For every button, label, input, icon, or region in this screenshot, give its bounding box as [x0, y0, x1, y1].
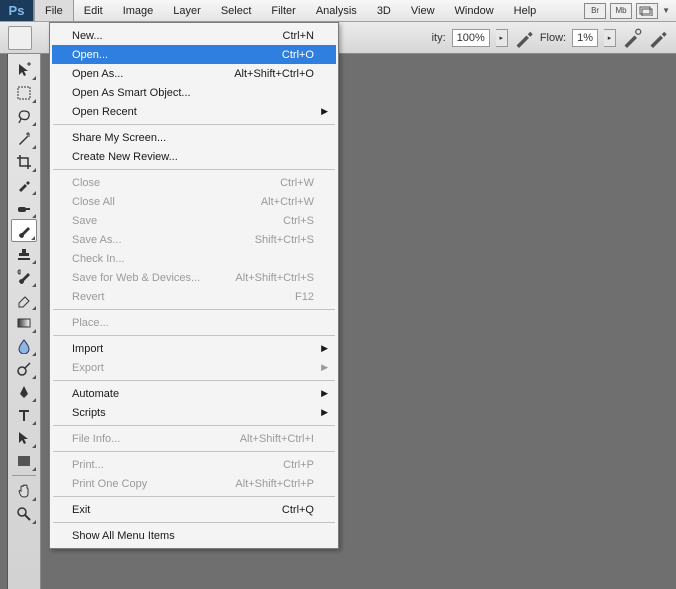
- menu-edit[interactable]: Edit: [74, 0, 113, 21]
- menu-filter[interactable]: Filter: [261, 0, 305, 21]
- tool-dodge[interactable]: [11, 357, 37, 380]
- tool-crop[interactable]: [11, 150, 37, 173]
- file-menu-close-all: Close AllAlt+Ctrl+W: [52, 192, 336, 211]
- tool-eraser[interactable]: [11, 288, 37, 311]
- menu-layer[interactable]: Layer: [163, 0, 211, 21]
- flow-input[interactable]: 1%: [572, 29, 598, 47]
- menu-analysis[interactable]: Analysis: [306, 0, 367, 21]
- menu-image[interactable]: Image: [113, 0, 164, 21]
- file-menu-scripts[interactable]: Scripts▶: [52, 403, 336, 422]
- tool-pen[interactable]: [11, 380, 37, 403]
- submenu-arrow-icon: ▶: [321, 362, 328, 373]
- mini-bridge-button[interactable]: Mb: [610, 3, 632, 19]
- file-menu-dropdown: New...Ctrl+NOpen...Ctrl+OOpen As...Alt+S…: [49, 22, 339, 549]
- file-menu-save-as: Save As...Shift+Ctrl+S: [52, 230, 336, 249]
- tool-panel-tab[interactable]: [0, 54, 8, 589]
- dropdown-arrow-icon[interactable]: ▼: [662, 6, 670, 15]
- file-menu-revert: RevertF12: [52, 287, 336, 306]
- menu-window[interactable]: Window: [445, 0, 504, 21]
- file-menu-open-recent[interactable]: Open Recent▶: [52, 102, 336, 121]
- tool-zoom[interactable]: [11, 502, 37, 525]
- tool-hand[interactable]: [11, 479, 37, 502]
- pressure-opacity-icon[interactable]: [514, 28, 534, 48]
- tool-marquee[interactable]: [11, 81, 37, 104]
- file-menu-automate[interactable]: Automate▶: [52, 384, 336, 403]
- file-menu-save: SaveCtrl+S: [52, 211, 336, 230]
- file-menu-place: Place...: [52, 313, 336, 332]
- tool-history-brush[interactable]: [11, 265, 37, 288]
- tool-stamp[interactable]: [11, 242, 37, 265]
- file-menu-file-info: File Info...Alt+Shift+Ctrl+I: [52, 429, 336, 448]
- menu-select[interactable]: Select: [211, 0, 262, 21]
- submenu-arrow-icon: ▶: [321, 106, 328, 117]
- current-tool-icon[interactable]: [8, 26, 32, 50]
- airbrush-icon[interactable]: [622, 28, 642, 48]
- file-menu-print-one-copy: Print One CopyAlt+Shift+Ctrl+P: [52, 474, 336, 493]
- tool-type[interactable]: [11, 403, 37, 426]
- tool-rectangle[interactable]: [11, 449, 37, 472]
- tool-wand[interactable]: [11, 127, 37, 150]
- file-menu-exit[interactable]: ExitCtrl+Q: [52, 500, 336, 519]
- tool-eyedropper[interactable]: [11, 173, 37, 196]
- menu-help[interactable]: Help: [504, 0, 547, 21]
- file-menu-open-as-smart-object[interactable]: Open As Smart Object...: [52, 83, 336, 102]
- file-menu-open[interactable]: Open...Ctrl+O: [52, 45, 336, 64]
- file-menu-share-my-screen[interactable]: Share My Screen...: [52, 128, 336, 147]
- file-menu-new[interactable]: New...Ctrl+N: [52, 26, 336, 45]
- submenu-arrow-icon: ▶: [321, 388, 328, 399]
- file-menu-open-as[interactable]: Open As...Alt+Shift+Ctrl+O: [52, 64, 336, 83]
- opacity-flyout[interactable]: ▸: [496, 29, 508, 47]
- file-menu-save-for-web-devices: Save for Web & Devices...Alt+Shift+Ctrl+…: [52, 268, 336, 287]
- flow-flyout[interactable]: ▸: [604, 29, 616, 47]
- tool-brush[interactable]: [11, 219, 37, 242]
- file-menu-print: Print...Ctrl+P: [52, 455, 336, 474]
- file-menu-import[interactable]: Import▶: [52, 339, 336, 358]
- app-logo: Ps: [0, 0, 34, 21]
- tool-panel: [8, 54, 41, 589]
- file-menu-show-all-menu-items[interactable]: Show All Menu Items: [52, 526, 336, 545]
- pressure-size-icon[interactable]: [648, 28, 668, 48]
- flow-label: Flow:: [540, 32, 566, 44]
- tool-gradient[interactable]: [11, 311, 37, 334]
- tool-spot-heal[interactable]: [11, 196, 37, 219]
- screen-mode-button[interactable]: [636, 3, 658, 19]
- submenu-arrow-icon: ▶: [321, 343, 328, 354]
- opacity-input[interactable]: 100%: [452, 29, 490, 47]
- opacity-label: ity:: [432, 32, 446, 44]
- tool-path-select[interactable]: [11, 426, 37, 449]
- tool-lasso[interactable]: [11, 104, 37, 127]
- menubar: Ps FileEditImageLayerSelectFilterAnalysi…: [0, 0, 676, 22]
- file-menu-check-in: Check In...: [52, 249, 336, 268]
- menu-view[interactable]: View: [401, 0, 445, 21]
- tool-move[interactable]: [11, 58, 37, 81]
- tool-blur[interactable]: [11, 334, 37, 357]
- menu-3d[interactable]: 3D: [367, 0, 401, 21]
- menu-file[interactable]: File: [34, 0, 74, 21]
- file-menu-export: Export▶: [52, 358, 336, 377]
- file-menu-close: CloseCtrl+W: [52, 173, 336, 192]
- submenu-arrow-icon: ▶: [321, 407, 328, 418]
- bridge-button[interactable]: Br: [584, 3, 606, 19]
- file-menu-create-new-review[interactable]: Create New Review...: [52, 147, 336, 166]
